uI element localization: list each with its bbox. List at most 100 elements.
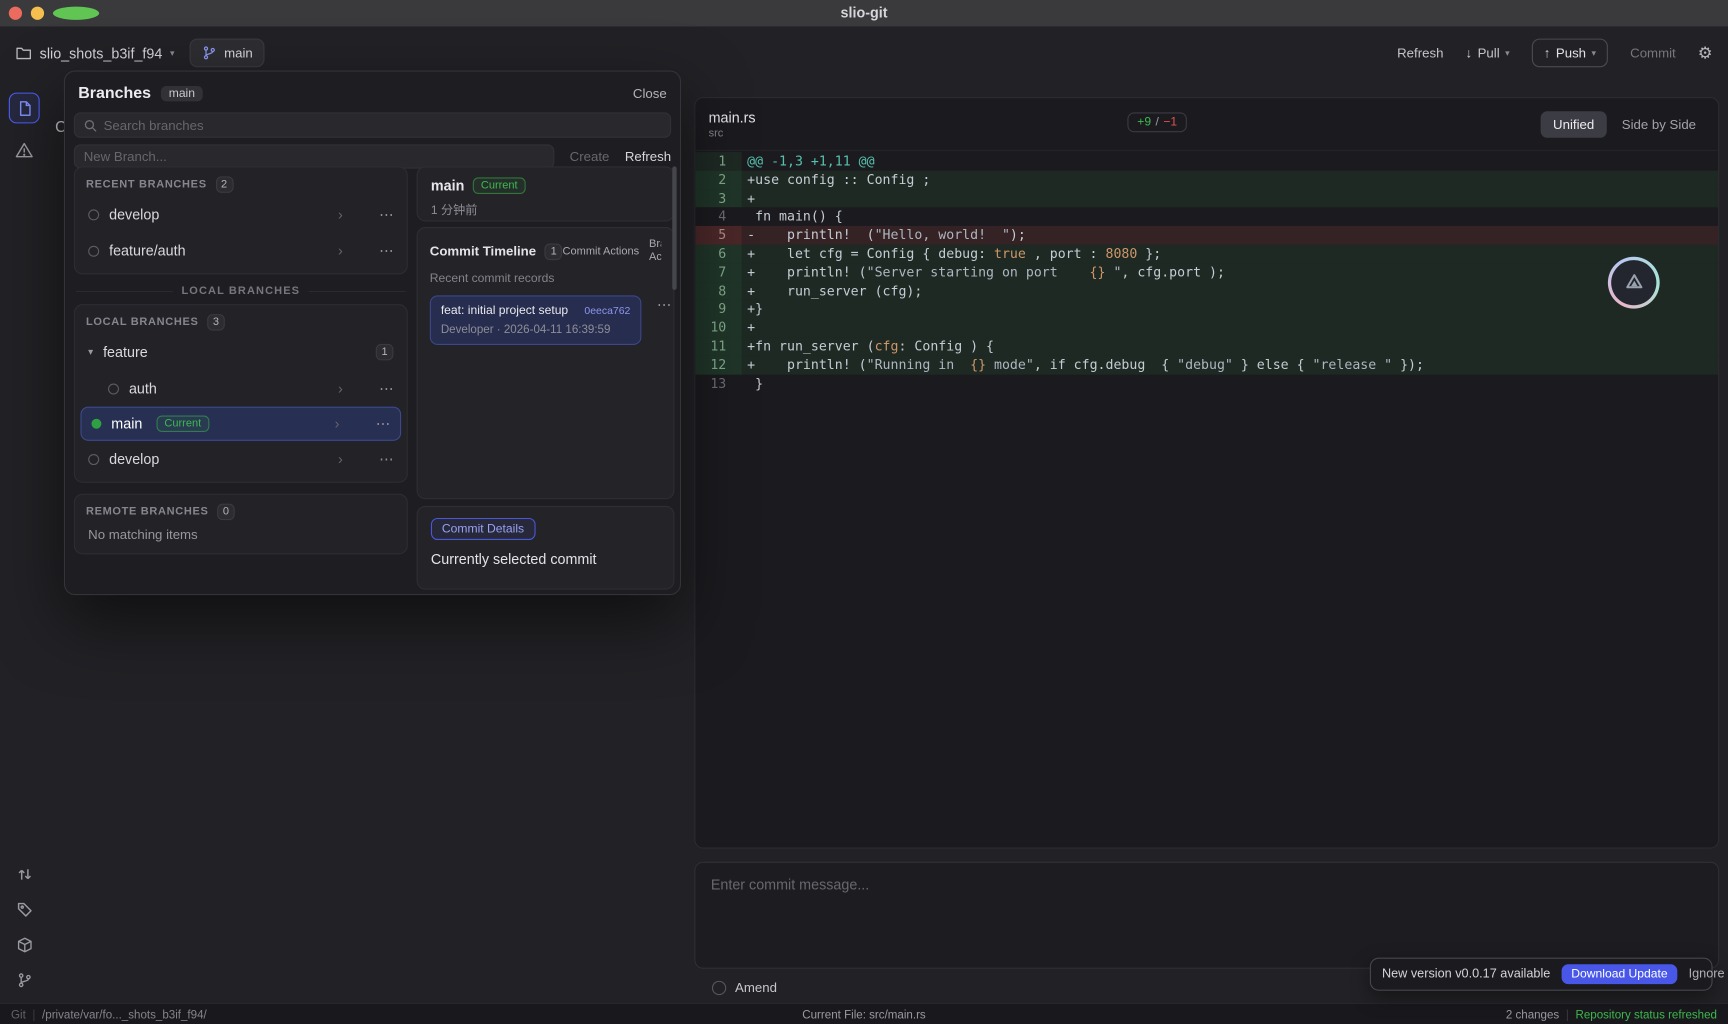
tag-icon[interactable] [16, 901, 33, 918]
chevron-down-icon[interactable]: ▾ [88, 346, 93, 358]
more-actions-icon[interactable]: ⋯ [376, 415, 390, 433]
line-number: 2 [695, 171, 741, 190]
branch-name: feature [103, 344, 148, 361]
recent-branches-card: RECENT BRANCHES 2 develop › ⋯ feature/au… [74, 166, 408, 274]
new-branch-input[interactable] [74, 144, 554, 168]
branch-row-develop-local[interactable]: develop › ⋯ [75, 441, 407, 477]
push-button[interactable]: ↑ Push ▾ [1532, 39, 1608, 68]
current-file-label: Current File: src/main.rs [802, 1008, 925, 1021]
warning-icon[interactable] [14, 141, 34, 160]
commit-menu-button[interactable]: ⋯ [657, 296, 671, 314]
commit-timeline-card: Commit Timeline 1 Commit Actions Branch … [417, 227, 675, 499]
branch-detail-card: main Current 1 分钟前 [417, 166, 675, 221]
branch-row-feature-auth[interactable]: feature/auth › ⋯ [75, 233, 407, 269]
close-window-button[interactable] [9, 7, 22, 20]
deletions-count: −1 [1163, 116, 1177, 129]
more-actions-icon[interactable]: ⋯ [379, 450, 393, 468]
commit-message-input[interactable] [695, 863, 1718, 968]
amend-label: Amend [735, 980, 777, 995]
chevron-down-icon: ▾ [1592, 48, 1596, 58]
chevron-right-icon[interactable]: › [338, 206, 343, 223]
zoom-window-button[interactable] [53, 7, 99, 20]
timeline-subtitle: Recent commit records [430, 272, 661, 285]
diff-line-content: fn main() { [742, 208, 1718, 227]
diff-line: 5- println! ("Hello, world! "); [695, 226, 1718, 245]
branch-group-feature[interactable]: ▾ feature 1 [75, 334, 407, 370]
download-update-button[interactable]: Download Update [1561, 964, 1677, 984]
scrollbar-thumb[interactable] [672, 166, 676, 289]
refresh-button[interactable]: Refresh [1397, 45, 1443, 60]
refresh-branches-button[interactable]: Refresh [625, 149, 671, 164]
sync-arrows-icon[interactable] [16, 866, 33, 883]
chevron-right-icon[interactable]: › [338, 242, 343, 259]
window-title: slio-git [0, 0, 1728, 26]
left-rail-top [0, 93, 48, 160]
status-left: Git | /private/var/fo..._shots_b3if_f94/ [11, 1008, 207, 1021]
pull-button[interactable]: ↓ Pull ▾ [1465, 45, 1509, 60]
remote-branches-card: REMOTE BRANCHES 0 No matching items [74, 494, 408, 555]
gear-icon[interactable]: ⚙ [1698, 45, 1713, 62]
branch-row-develop[interactable]: develop › ⋯ [75, 196, 407, 232]
create-branch-button[interactable]: Create [570, 149, 610, 164]
sidebar-item-changes[interactable] [9, 93, 40, 124]
line-number: 5 [695, 226, 741, 245]
app-logo-watermark [1608, 257, 1660, 309]
amend-checkbox[interactable] [712, 980, 726, 994]
chevron-right-icon[interactable]: › [335, 415, 340, 432]
recent-branches-header: RECENT BRANCHES 2 [75, 172, 407, 196]
repo-path: /private/var/fo..._shots_b3if_f94/ [42, 1008, 207, 1021]
status-right: 2 changes | Repository status refreshed [1506, 1008, 1717, 1021]
branch-name: auth [129, 380, 157, 397]
commit-details-badge: Commit Details [431, 518, 535, 540]
unified-view-button[interactable]: Unified [1541, 111, 1606, 137]
branch-search [74, 112, 671, 137]
diff-line-content: +fn run_server (cfg: Config ) { [742, 337, 1718, 356]
side-by-side-view-button[interactable]: Side by Side [1613, 111, 1705, 137]
branch-row-main-selected[interactable]: main Current › ⋯ [80, 407, 401, 441]
diff-line-content: + [742, 189, 1718, 208]
minimize-window-button[interactable] [31, 7, 44, 20]
close-button[interactable]: Close [633, 86, 667, 101]
branch-actions-tab[interactable]: Branch Actions [649, 238, 661, 264]
commit-details-text: Currently selected commit [431, 551, 660, 568]
diff-header: main.rs src +9 / −1 Unified Side by Side [695, 98, 1718, 151]
diff-line: 9+} [695, 300, 1718, 319]
package-icon[interactable] [16, 937, 33, 954]
current-badge: Current [157, 415, 209, 432]
section-label: RECENT BRANCHES [86, 178, 207, 190]
more-actions-icon[interactable]: ⋯ [379, 380, 393, 398]
branch-name: develop [109, 206, 159, 223]
diff-line: 12+ println! ("Running in {} mode", if c… [695, 356, 1718, 375]
chevron-right-icon[interactable]: › [338, 380, 343, 397]
push-label: Push [1556, 45, 1586, 60]
commit-actions-tab[interactable]: Commit Actions [563, 245, 640, 257]
status-bar: Git | /private/var/fo..._shots_b3if_f94/… [0, 1003, 1728, 1024]
dialog-header: Branches main Close [78, 82, 666, 106]
line-number: 11 [695, 337, 741, 356]
chevron-right-icon[interactable]: › [338, 451, 343, 468]
count-badge: 1 [545, 243, 563, 260]
amend-row: Amend [712, 980, 777, 995]
search-branches-input[interactable] [104, 117, 662, 132]
commit-button-header[interactable]: Commit [1630, 45, 1676, 60]
commit-item-selected[interactable]: feat: initial project setup 0eeca762 Dev… [430, 295, 642, 345]
git-branch-icon[interactable] [16, 972, 33, 989]
more-actions-icon[interactable]: ⋯ [379, 206, 393, 224]
timeline-header: Commit Timeline 1 Commit Actions Branch … [430, 238, 661, 264]
branch-row-auth[interactable]: auth › ⋯ [75, 370, 407, 406]
diff-line-content: @@ -1,3 +1,11 @@ [742, 152, 1718, 171]
count-badge: 3 [207, 314, 225, 331]
file-info: main.rs src [709, 109, 756, 140]
ignore-update-button[interactable]: Ignore [1689, 968, 1725, 981]
remote-branches-header: REMOTE BRANCHES 0 [75, 499, 407, 523]
branch-selector[interactable]: main [190, 39, 265, 68]
repo-selector[interactable]: slio_shots_b3if_f94 ▾ [15, 45, 174, 62]
commit-details-card: Commit Details Currently selected commit [417, 506, 675, 590]
more-actions-icon[interactable]: ⋯ [379, 242, 393, 260]
current-badge: Current [473, 177, 525, 194]
branch-name: develop [109, 451, 159, 468]
status-divider: | [1566, 1008, 1569, 1021]
count-badge: 2 [216, 176, 234, 193]
branch-state-icon [88, 209, 99, 220]
diff-line: 3+ [695, 189, 1718, 208]
